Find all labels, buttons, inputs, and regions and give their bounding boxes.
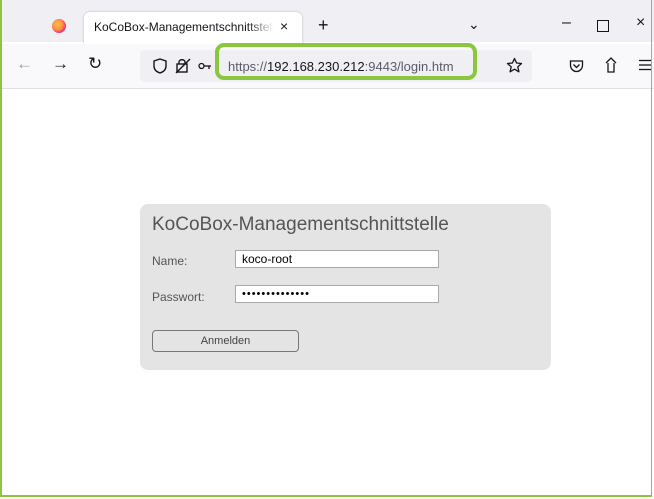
reload-icon[interactable]: ↻ (88, 54, 102, 74)
login-button[interactable]: Anmelden (152, 330, 299, 352)
star-icon[interactable] (506, 57, 523, 74)
menu-icon[interactable] (638, 59, 652, 71)
permissions-icon[interactable] (198, 61, 212, 71)
shield-icon[interactable] (153, 58, 167, 74)
minimize-icon[interactable]: – (562, 14, 571, 32)
pocket-icon[interactable] (569, 59, 584, 73)
name-label: Name: (152, 254, 188, 268)
maximize-icon[interactable] (597, 20, 609, 32)
back-icon[interactable]: ← (16, 54, 33, 74)
tab-list-chevron-icon[interactable]: ⌄ (468, 16, 480, 33)
firefox-icon (52, 19, 66, 33)
tab-bar: KoCoBox-Managementschnittstelle × + ⌄ – … (0, 0, 654, 44)
forward-icon[interactable]: → (52, 54, 69, 74)
password-label: Passwort: (152, 290, 205, 304)
url-scheme: https:// (228, 59, 268, 74)
new-tab-icon[interactable]: + (318, 16, 329, 34)
login-panel: KoCoBox-Managementschnittstelle Name: ko… (140, 204, 551, 370)
lock-icon[interactable] (175, 57, 191, 74)
share-icon[interactable] (604, 56, 618, 74)
url-text[interactable]: https://192.168.230.212:9443/login.htm (228, 59, 470, 74)
close-window-icon[interactable]: × (636, 14, 645, 32)
url-path: :9443/login.htm (364, 59, 454, 74)
nav-bar: ← → ↻ https://192.168.230.212:9443/login… (0, 43, 654, 89)
url-host: 192.168.230.212 (267, 59, 365, 74)
tab-title: KoCoBox-Managementschnittstelle (94, 20, 274, 34)
tab-close-icon[interactable]: × (280, 18, 288, 34)
name-field[interactable]: koco-root (235, 250, 439, 268)
tab-active[interactable]: KoCoBox-Managementschnittstelle × (84, 12, 302, 44)
login-title: KoCoBox-Managementschnittstelle (152, 214, 449, 235)
password-field[interactable]: •••••••••••••• (235, 285, 439, 303)
